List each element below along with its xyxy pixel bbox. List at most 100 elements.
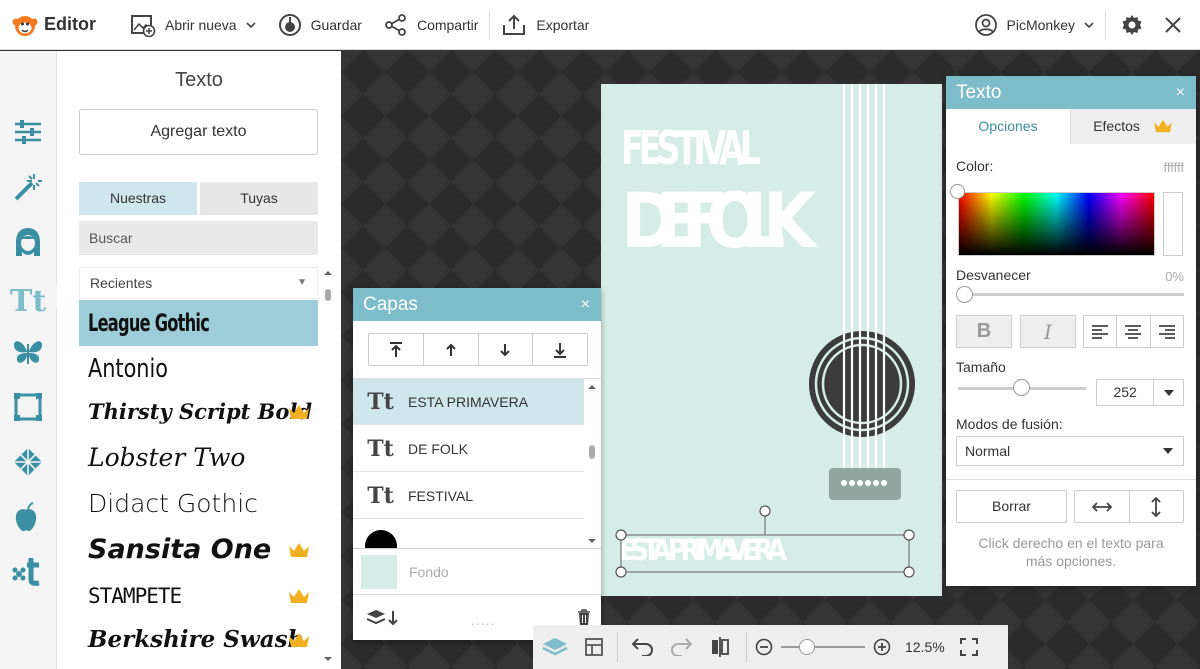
layer-row-de-folk[interactable]: Tt DE FOLK — [353, 426, 584, 472]
open-new-label: Abrir nueva — [165, 16, 237, 33]
font-item-antonio[interactable]: Antonio — [79, 346, 318, 392]
font-name: Didact Gothic — [88, 489, 258, 518]
align-right-button[interactable] — [1151, 316, 1183, 347]
font-item-lobster-two[interactable]: Lobster Two — [79, 435, 318, 481]
flip-vertical-button[interactable] — [1130, 491, 1184, 522]
bring-to-front-button[interactable] — [369, 334, 424, 365]
font-item-thirsty-script-bold[interactable]: Thirsty Script Bold — [79, 389, 318, 435]
layer-row-circle[interactable]: circle — [353, 520, 584, 548]
italic-button[interactable]: I — [1020, 315, 1076, 348]
magic-wand-icon[interactable] — [12, 171, 44, 203]
tab-effects[interactable]: Efectos — [1070, 109, 1196, 144]
grid-toggle-button[interactable] — [577, 625, 611, 669]
size-stepper[interactable]: 252 — [1096, 379, 1184, 406]
open-new-button[interactable]: Abrir nueva — [119, 0, 267, 50]
send-to-back-button[interactable] — [533, 334, 587, 365]
layer-order-buttons — [368, 333, 588, 366]
background-label: Fondo — [409, 563, 449, 580]
redo-button[interactable] — [662, 625, 700, 669]
add-text-button[interactable]: Agregar texto — [79, 109, 318, 155]
poster-line-de-folk: DE FOLK — [621, 176, 819, 265]
undo-button[interactable] — [624, 625, 662, 669]
fade-slider-handle[interactable] — [956, 286, 973, 303]
tab-options[interactable]: Opciones — [946, 109, 1070, 144]
layers-sort-icon[interactable] — [365, 609, 399, 627]
touch-up-face-icon[interactable] — [12, 226, 44, 258]
zoom-in-button[interactable] — [871, 625, 893, 669]
save-button[interactable]: Guardar — [267, 0, 373, 50]
layer-list-scrollbar[interactable] — [586, 379, 598, 548]
color-spectrum-picker[interactable] — [958, 192, 1155, 256]
image-add-icon — [131, 14, 156, 37]
current-color-swatch — [1163, 192, 1183, 256]
user-icon — [974, 13, 997, 36]
share-label: Compartir — [416, 16, 479, 33]
font-item-sansita-one[interactable]: Sansita One — [79, 527, 318, 573]
text-layer-icon: Tt — [367, 482, 394, 509]
font-item-stampete[interactable]: STAMPETE — [79, 573, 318, 619]
settings-button[interactable] — [1106, 0, 1158, 50]
send-backward-button[interactable] — [479, 334, 534, 365]
text-tool-icon[interactable]: Tt — [10, 283, 46, 315]
zoom-slider[interactable] — [775, 625, 871, 669]
bold-button[interactable]: B — [956, 315, 1012, 348]
account-label: PicMonkey — [1006, 16, 1075, 33]
font-list-scrollbar[interactable] — [322, 267, 334, 667]
butterfly-icon[interactable] — [12, 336, 44, 368]
font-item-league-gothic[interactable]: League Gothic — [79, 300, 318, 346]
frame-icon[interactable] — [12, 391, 44, 423]
fullscreen-button[interactable] — [951, 625, 987, 669]
blend-mode-select[interactable]: Normal — [956, 436, 1184, 466]
export-button[interactable]: Exportar — [490, 0, 600, 50]
align-left-icon — [1092, 324, 1109, 339]
text-layer-icon: Tt — [367, 388, 394, 415]
size-slider-handle[interactable] — [1013, 379, 1030, 396]
layer-list: Tt ESTA PRIMAVERA Tt DE FOLK Tt FESTIVAL… — [353, 378, 601, 548]
circle-layer-icon — [353, 529, 408, 548]
text-options-header[interactable]: Texto × — [946, 76, 1196, 109]
align-center-button[interactable] — [1117, 316, 1151, 347]
chevron-down-icon — [246, 21, 256, 28]
zoom-slider-handle[interactable] — [799, 639, 815, 655]
themes-icon[interactable] — [12, 554, 44, 586]
bring-forward-button[interactable] — [424, 334, 479, 365]
font-item-didact-gothic[interactable]: Didact Gothic — [79, 481, 318, 527]
close-editor-button[interactable] — [1158, 0, 1200, 50]
text-layer-icon: Tt — [367, 435, 394, 462]
share-button[interactable]: Compartir — [373, 0, 489, 50]
align-center-icon — [1125, 324, 1142, 339]
fade-slider-track[interactable] — [958, 293, 1184, 296]
align-left-button[interactable] — [1084, 316, 1118, 347]
zoom-out-button[interactable] — [753, 625, 775, 669]
account-menu[interactable]: PicMonkey — [963, 0, 1105, 50]
layer-row-background[interactable]: Fondo — [353, 548, 601, 595]
font-item-berkshire-swash[interactable]: Berkshire Swash — [79, 617, 318, 663]
layers-toggle-button[interactable] — [533, 625, 577, 669]
layers-panel-header[interactable]: Capas × — [353, 288, 601, 321]
apple-icon[interactable] — [12, 501, 44, 533]
close-icon[interactable]: × — [1176, 76, 1185, 109]
picmonkey-logo[interactable]: Editor — [0, 0, 107, 50]
tab-yours[interactable]: Tuyas — [200, 182, 318, 215]
font-search-input[interactable]: Buscar — [79, 221, 318, 255]
close-icon[interactable]: × — [581, 288, 590, 321]
tab-ours[interactable]: Nuestras — [79, 182, 197, 215]
texture-icon[interactable] — [12, 446, 44, 478]
flip-horizontal-button[interactable] — [1075, 491, 1130, 522]
layer-row-festival[interactable]: Tt FESTIVAL — [353, 473, 584, 519]
poster-artboard[interactable]: FESTIVAL DE FOLK ESTA PRIMAVERA — [601, 84, 942, 596]
font-filter-select[interactable]: Recientes ▼ — [79, 267, 318, 299]
crown-icon — [289, 633, 309, 647]
layer-row-esta-primavera[interactable]: Tt ESTA PRIMAVERA — [353, 379, 584, 425]
adjust-sliders-icon[interactable] — [12, 116, 44, 148]
svg-text:Tt: Tt — [10, 284, 46, 315]
size-value[interactable]: 252 — [1097, 380, 1153, 405]
caret-down-icon[interactable] — [1153, 380, 1183, 405]
color-picker-handle[interactable] — [950, 184, 965, 199]
compare-button[interactable] — [700, 625, 740, 669]
trash-icon[interactable] — [577, 608, 591, 626]
arrow-up-icon — [445, 343, 456, 356]
resize-grip[interactable]: ..... — [471, 612, 495, 628]
clear-button[interactable]: Borrar — [956, 490, 1067, 523]
color-hex-value[interactable]: ffffff — [1164, 160, 1185, 175]
